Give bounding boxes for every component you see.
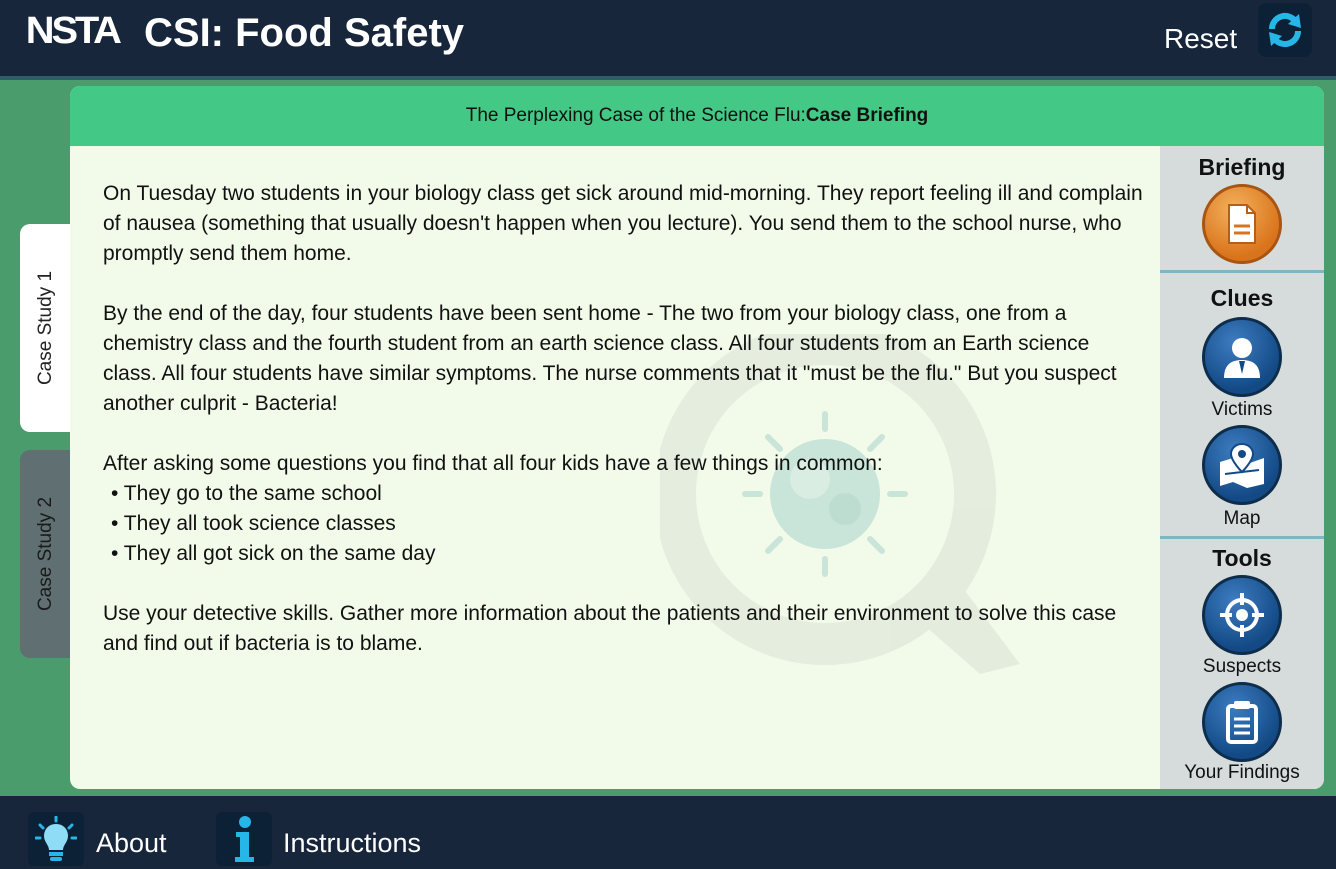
- list-item: • They go to the same school: [111, 482, 382, 505]
- case-title: The Perplexing Case of the Science Flu:: [465, 105, 806, 126]
- list-item: • They all got sick on the same day: [111, 542, 436, 565]
- clipboard-icon: [1226, 701, 1258, 744]
- about-button[interactable]: [28, 812, 84, 866]
- nsta-logo: NSTA: [25, 10, 122, 52]
- suspects-label[interactable]: Suspects: [1160, 656, 1324, 678]
- right-sidebar: Briefing Clues Victims Map Tools Suspect…: [1160, 146, 1324, 789]
- tab-case-study-2[interactable]: Case Study 2: [20, 450, 72, 658]
- bottom-bar: About Instructions: [0, 796, 1336, 869]
- about-label[interactable]: About: [96, 828, 167, 859]
- tools-section-title: Tools: [1212, 545, 1272, 571]
- map-button[interactable]: [1202, 425, 1282, 505]
- person-icon: [1224, 338, 1260, 378]
- commonalities-list: • They go to the same school • They all …: [103, 479, 1143, 569]
- victims-button[interactable]: [1202, 317, 1282, 397]
- top-bar: NSTA CSI: Food Safety Reset: [0, 0, 1336, 76]
- briefing-paragraph: On Tuesday two students in your biology …: [103, 182, 1143, 265]
- briefing-paragraph: After asking some questions you find tha…: [103, 452, 883, 475]
- list-item: • They all took science classes: [111, 512, 396, 535]
- suspects-button[interactable]: [1202, 575, 1282, 655]
- briefing-button[interactable]: [1202, 184, 1282, 264]
- section-divider: [1160, 536, 1324, 539]
- briefing-section-title: Briefing: [1198, 154, 1286, 180]
- lightbulb-icon: [35, 816, 77, 861]
- document-icon: [1228, 204, 1256, 244]
- panel-header: The Perplexing Case of the Science Flu: C…: [70, 86, 1324, 146]
- tab-label: Case Study 2: [35, 496, 57, 612]
- reset-label[interactable]: Reset: [1164, 23, 1237, 55]
- clues-section-title: Clues: [1210, 285, 1274, 311]
- briefing-paragraph: By the end of the day, four students hav…: [103, 302, 1117, 415]
- info-icon: [235, 816, 254, 862]
- reset-button[interactable]: [1258, 3, 1312, 57]
- case-panel: The Perplexing Case of the Science Flu: C…: [70, 86, 1324, 789]
- tab-case-study-1[interactable]: Case Study 1: [20, 224, 72, 432]
- map-icon: [1220, 442, 1264, 488]
- section-divider: [1160, 270, 1324, 273]
- refresh-icon: [1268, 12, 1302, 48]
- map-label[interactable]: Map: [1160, 508, 1324, 530]
- crosshair-icon: [1220, 593, 1264, 637]
- findings-button[interactable]: [1202, 682, 1282, 762]
- app-title: CSI: Food Safety: [144, 11, 465, 55]
- victims-label[interactable]: Victims: [1160, 399, 1324, 421]
- case-section-title: Case Briefing: [805, 105, 929, 126]
- findings-label[interactable]: Your Findings: [1160, 762, 1324, 784]
- instructions-label[interactable]: Instructions: [283, 828, 421, 859]
- case-briefing-text: On Tuesday two students in your biology …: [103, 179, 1143, 689]
- tab-label: Case Study 1: [35, 270, 57, 386]
- briefing-paragraph: Use your detective skills. Gather more i…: [103, 602, 1117, 655]
- instructions-button[interactable]: [216, 812, 272, 866]
